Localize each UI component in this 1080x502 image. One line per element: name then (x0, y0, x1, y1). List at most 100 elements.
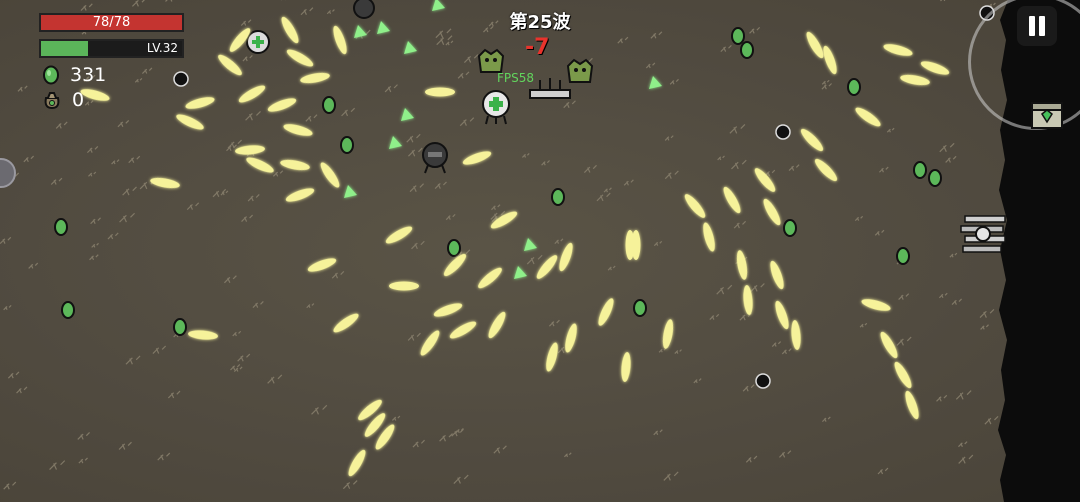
material-drop (847, 78, 861, 96)
ground-debris (490, 210, 506, 220)
ground-debris (596, 192, 611, 202)
bullet-projectile (684, 194, 706, 218)
ground-debris (693, 378, 702, 384)
ground-debris (131, 0, 145, 7)
bullet-projectile (433, 303, 463, 317)
ground-debris (745, 455, 758, 463)
bullet-projectile (662, 319, 674, 349)
ground-debris (463, 54, 479, 63)
bullet-projectile (283, 124, 313, 136)
ground-debris (7, 371, 20, 379)
ground-debris (886, 127, 895, 133)
energy-shard (514, 266, 527, 279)
bullet-projectile (905, 390, 919, 420)
ground-debris (86, 146, 99, 154)
ground-debris (563, 100, 576, 109)
turret-structure (529, 78, 571, 99)
ground-debris (245, 110, 261, 121)
bullet-projectile (754, 168, 776, 192)
ground-debris (409, 183, 425, 193)
ground-debris (896, 257, 908, 265)
energy-shard (432, 0, 445, 11)
ground-debris (119, 212, 135, 223)
ground-debris (173, 331, 184, 338)
game-viewport[interactable]: 78/78 LV.32 331 0 第25波 -7 FPS58 (0, 0, 1080, 502)
ground-debris (955, 390, 972, 400)
ground-debris (111, 159, 120, 165)
ground-debris-layer (0, 0, 999, 490)
bullet-projectile (883, 44, 913, 56)
material-drop (896, 247, 910, 265)
energy-shard (524, 238, 537, 251)
bullet-projectile (478, 267, 502, 289)
bullet-projectile (238, 85, 266, 103)
energy-shard (401, 108, 414, 121)
ground-debris (739, 312, 752, 321)
ground-debris (607, 265, 616, 271)
wave-label: 第25波 (509, 12, 571, 33)
bullet-projectile (894, 361, 912, 389)
ground-debris (407, 332, 421, 341)
bullet-projectile (443, 253, 467, 277)
ground-debris (486, 107, 500, 116)
ground-debris (877, 467, 889, 475)
bullet-projectile (188, 330, 218, 340)
bullet-projectile (176, 114, 204, 130)
ground-debris (781, 348, 792, 355)
ground-debris (874, 229, 885, 236)
material-drop (551, 188, 565, 206)
projectile-layer (54, 0, 950, 477)
ground-debris (669, 78, 679, 85)
ground-debris (650, 31, 663, 39)
ground-debris (306, 303, 315, 309)
material-drop (447, 239, 461, 257)
ground-debris (267, 374, 283, 384)
ground-debris (391, 415, 401, 421)
bullet-projectile (806, 31, 824, 59)
ground-debris (139, 179, 156, 190)
ground-debris (951, 298, 963, 306)
experience-bar: LV.32 (39, 39, 184, 58)
ground-debris (355, 29, 371, 40)
bullet-projectile (364, 413, 386, 437)
ground-debris (167, 390, 181, 399)
ground-debris (750, 283, 765, 292)
ground-debris (232, 330, 242, 337)
bullet-projectile (300, 72, 330, 84)
energy-shard (377, 21, 390, 34)
side-button[interactable] (0, 158, 16, 188)
pause-button[interactable] (1017, 6, 1057, 46)
bullet-projectile (280, 159, 310, 171)
ground-debris (272, 170, 284, 177)
ground-debris (541, 160, 550, 166)
ground-debris (984, 415, 999, 425)
bullet-projectile (855, 107, 881, 127)
health-bar: 78/78 (39, 13, 184, 32)
material-drop (173, 318, 187, 336)
ground-debris (979, 308, 995, 319)
ground-debris (720, 44, 732, 53)
ground-debris (237, 353, 251, 362)
ground-debris (3, 481, 17, 490)
ground-debris (988, 2, 996, 8)
bullet-projectile (358, 399, 382, 421)
ground-debris (165, 0, 173, 2)
energy-shard (344, 185, 357, 198)
ground-debris (141, 67, 153, 74)
ground-debris (709, 313, 720, 321)
loot-crate-button[interactable] (1030, 100, 1064, 134)
ground-debris (854, 215, 864, 222)
ground-debris (653, 429, 663, 436)
ground-debris (242, 55, 253, 62)
ground-debris (226, 144, 237, 152)
ground-debris (341, 107, 356, 117)
ground-debris (122, 186, 137, 196)
bullet-projectile (333, 25, 347, 55)
ground-debris (435, 28, 452, 39)
ground-debris (493, 445, 507, 454)
bullet-projectile (800, 128, 824, 152)
material-drop (633, 299, 647, 317)
bullet-projectile (703, 222, 715, 252)
bullet-projectile (861, 299, 891, 311)
mine-bomb (173, 71, 189, 87)
